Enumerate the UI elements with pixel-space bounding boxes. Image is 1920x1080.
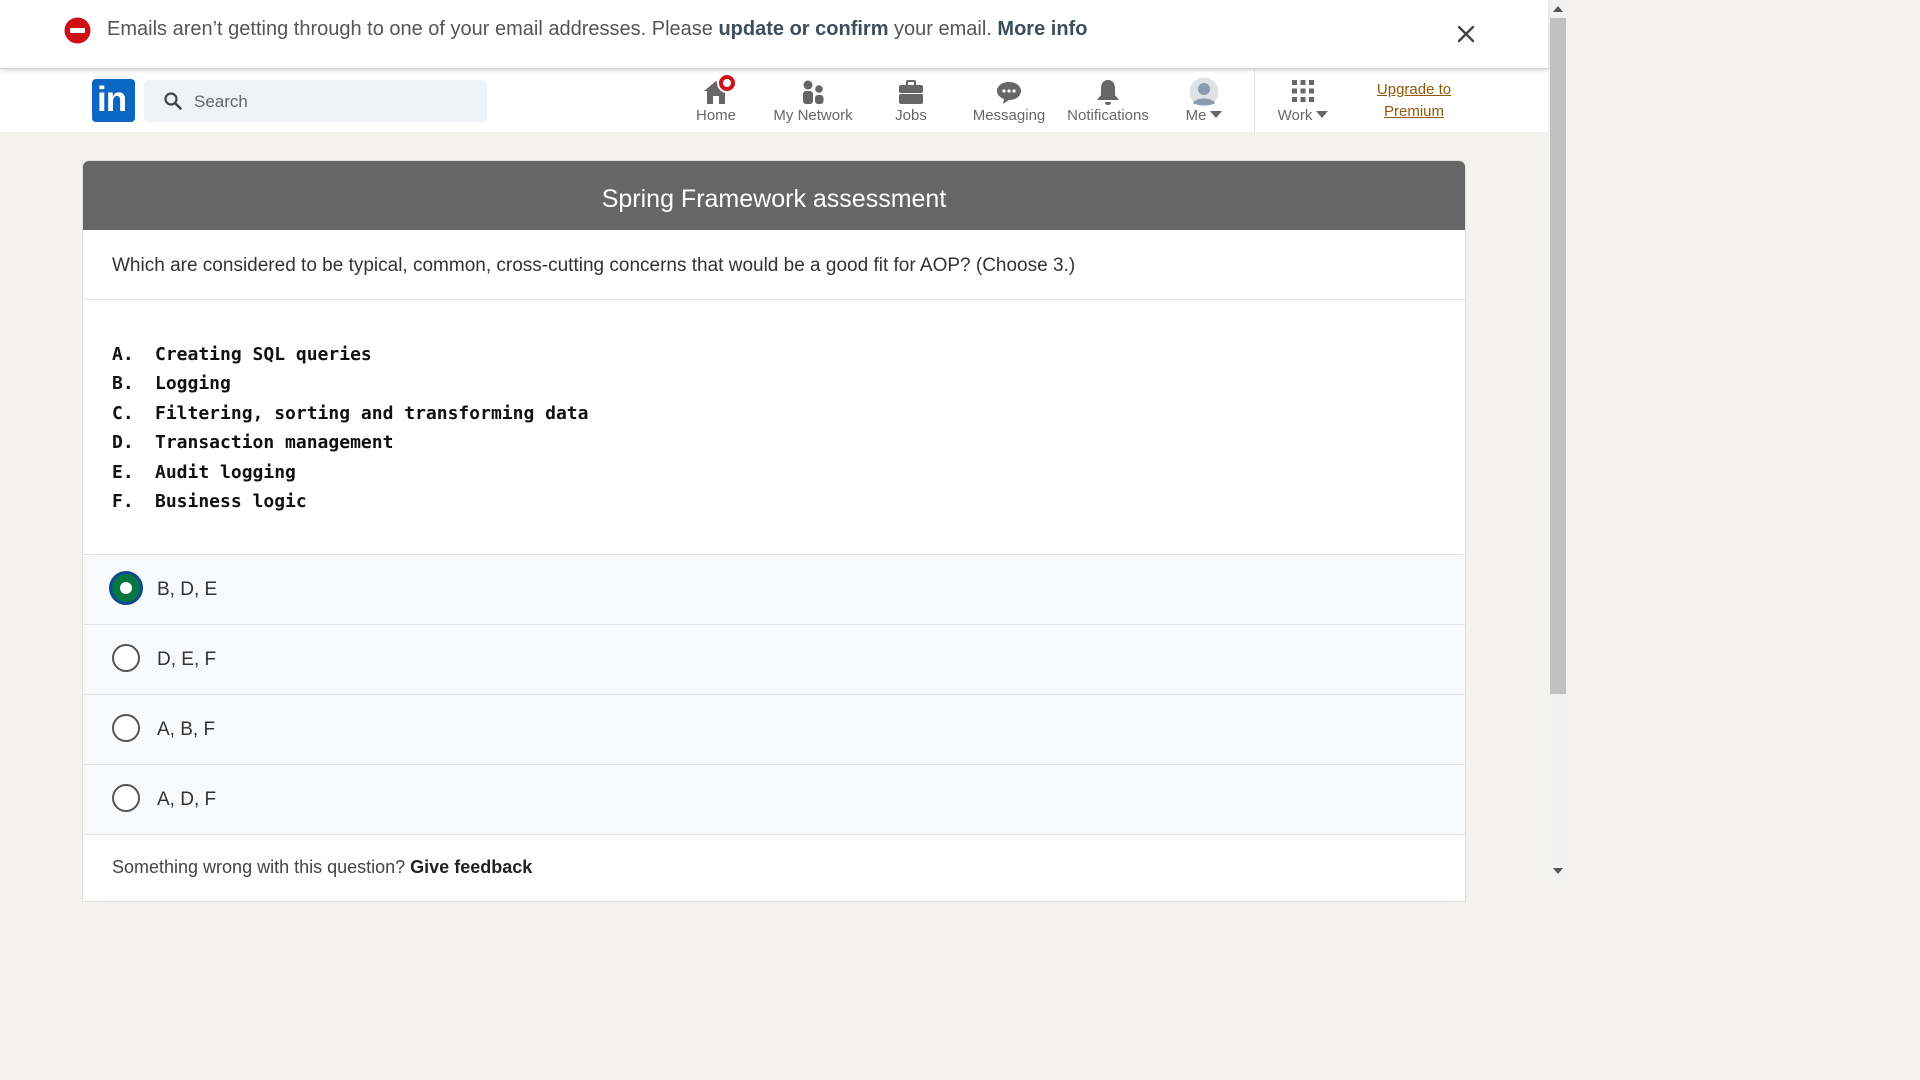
choice-text: Audit logging: [155, 461, 296, 483]
nav-my-network[interactable]: My Network: [768, 75, 858, 127]
bell-icon: [1097, 80, 1119, 105]
answer-label: D, E, F: [157, 649, 217, 670]
linkedin-logo[interactable]: in: [92, 79, 135, 122]
nav-messaging[interactable]: Messaging: [969, 75, 1049, 127]
choice-letter: E.: [112, 461, 134, 483]
feedback-row: Something wrong with this question? Give…: [83, 835, 1465, 878]
alert-text-start: Emails aren’t getting through to one of …: [107, 18, 719, 40]
close-icon[interactable]: [1456, 24, 1476, 44]
nav-work[interactable]: Work: [1270, 75, 1336, 127]
choice-text: Business logic: [155, 490, 307, 512]
nav-divider: [1254, 69, 1255, 132]
briefcase-icon: [899, 80, 923, 104]
search-icon: [164, 92, 182, 110]
radio-button[interactable]: [112, 784, 140, 812]
code-line: F. Business logic: [112, 487, 1465, 516]
code-line: E. Audit logging: [112, 458, 1465, 487]
answer-label: A, B, F: [157, 719, 216, 740]
upgrade-premium-link[interactable]: Upgrade to Premium: [1364, 79, 1464, 123]
scroll-down-arrow-icon[interactable]: [1553, 868, 1563, 874]
answer-option[interactable]: A, D, F: [83, 765, 1465, 835]
choice-letter: D.: [112, 432, 134, 454]
choice-letter: F.: [112, 490, 134, 512]
code-line: A. Creating SQL queries: [112, 340, 1465, 369]
nav-messaging-label: Messaging: [972, 107, 1046, 124]
answer-option[interactable]: B, D, E: [83, 555, 1465, 625]
error-stop-icon: [64, 17, 91, 44]
nav-notifications-label: Notifications: [1067, 107, 1149, 124]
nav-home[interactable]: Home: [686, 73, 746, 127]
feedback-prompt: Something wrong with this question?: [112, 857, 411, 877]
nav-me-label-wrap: Me: [1172, 107, 1236, 124]
choice-letter: C.: [112, 402, 134, 424]
nav-work-label: Work: [1277, 107, 1313, 124]
chevron-down-icon: [1210, 111, 1223, 118]
assessment-title: Spring Framework assessment: [83, 161, 1465, 230]
nav-home-label: Home: [695, 107, 736, 124]
scroll-up-arrow-icon[interactable]: [1553, 6, 1563, 12]
logo-text: in: [97, 80, 127, 119]
assessment-card: Spring Framework assessment Which are co…: [83, 161, 1465, 901]
radio-button-selected[interactable]: [112, 574, 140, 602]
radio-button[interactable]: [112, 644, 140, 672]
network-icon: [803, 80, 824, 104]
notification-badge: [717, 73, 737, 93]
code-line: C. Filtering, sorting and transforming da…: [112, 399, 1465, 428]
choice-text: Creating SQL queries: [155, 344, 372, 365]
update-email-link[interactable]: update or confirm: [718, 18, 888, 40]
code-line: D. Transaction management: [112, 428, 1465, 457]
nav-me-label: Me: [1185, 107, 1207, 124]
nav-jobs-label: Jobs: [895, 107, 927, 124]
answer-label: B, D, E: [157, 579, 218, 600]
choice-text: Logging: [155, 373, 231, 395]
search-input[interactable]: [192, 88, 476, 116]
question-text: Which are considered to be typical, comm…: [83, 230, 1465, 300]
nav-me[interactable]: Me: [1172, 75, 1236, 127]
choice-letter: B.: [112, 373, 134, 395]
chevron-down-icon: [1316, 111, 1329, 118]
premium-line-1: Upgrade to: [1376, 81, 1452, 98]
search-box[interactable]: [144, 80, 487, 122]
global-nav: in Home My Network Jobs: [0, 69, 1548, 132]
give-feedback-link[interactable]: Give feedback: [410, 857, 532, 877]
nav-jobs[interactable]: Jobs: [886, 75, 936, 127]
email-alert-banner: Emails aren’t getting through to one of …: [0, 0, 1548, 69]
code-block: A. Creating SQL queries B. Logging C. Filte…: [83, 300, 1465, 554]
messaging-icon: [997, 82, 1021, 104]
answer-option[interactable]: D, E, F: [83, 625, 1465, 695]
choice-letter: A.: [112, 344, 134, 365]
answer-option[interactable]: A, B, F: [83, 695, 1465, 765]
radio-button[interactable]: [112, 714, 140, 742]
nav-work-label-wrap: Work: [1270, 107, 1336, 124]
nav-notifications[interactable]: Notifications: [1062, 75, 1154, 127]
nav-my-network-label: My Network: [773, 107, 853, 124]
choice-text: Filtering, sorting and transforming data: [155, 402, 589, 424]
alert-message: Emails aren’t getting through to one of …: [107, 18, 1087, 41]
more-info-link[interactable]: More info: [997, 18, 1087, 40]
scroll-thumb[interactable]: [1550, 18, 1566, 694]
choice-text: Transaction management: [155, 432, 394, 454]
answer-label: A, D, F: [157, 789, 217, 810]
code-line: B. Logging: [112, 369, 1465, 398]
alert-text-middle: your email.: [888, 18, 998, 40]
page-scrollbar[interactable]: [1548, 0, 1568, 882]
premium-line-2: Premium: [1383, 103, 1444, 120]
avatar: [1189, 77, 1219, 107]
grid-icon: [1292, 80, 1314, 102]
answer-options: B, D, E D, E, F A, B, F A, D, F: [83, 554, 1465, 835]
